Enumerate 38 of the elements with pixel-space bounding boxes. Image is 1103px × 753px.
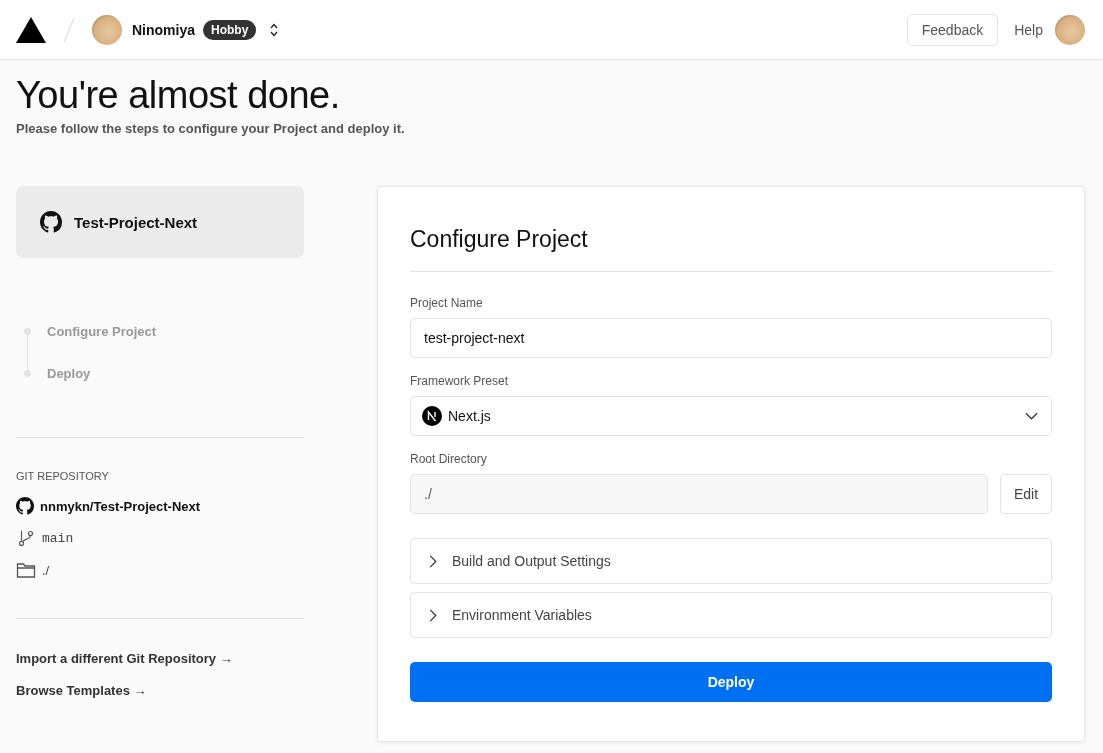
github-icon — [16, 497, 34, 515]
directory-path: ./ — [42, 562, 50, 578]
repository-link[interactable]: nnmykn/Test-Project-Next — [40, 498, 201, 514]
step-label: Configure Project — [47, 323, 157, 339]
sidebar-link[interactable]: Import a different Git Repository → — [16, 651, 304, 666]
section-heading: GIT REPOSITORY — [16, 470, 110, 482]
page-subtitle: Please follow the steps to configure your Project and deploy it. — [16, 121, 406, 136]
repository-name: Test-Project-Next — [74, 213, 198, 231]
settings-section-toggle[interactable]: Environment Variables — [410, 592, 1052, 638]
chevron-down-icon — [1025, 412, 1038, 420]
step-label: Deploy — [47, 365, 91, 381]
card-title: Configure Project — [410, 226, 589, 253]
root-directory-field[interactable]: ./ — [410, 474, 988, 514]
github-icon — [40, 211, 62, 233]
folder-icon — [16, 561, 36, 579]
field-label: Project Name — [410, 296, 484, 310]
nextjs-logo-icon — [422, 406, 442, 426]
chevron-up-down-icon[interactable] — [269, 21, 280, 38]
help-link[interactable]: Help — [1014, 21, 1043, 38]
avatar — [92, 14, 122, 45]
framework-select[interactable]: Next.js — [410, 396, 1052, 436]
page-title: You're almost done. — [16, 74, 341, 117]
plan-badge: Hobby — [203, 19, 257, 40]
feedback-button[interactable]: Feedback — [906, 13, 999, 46]
sidebar-link[interactable]: Browse Templates → — [16, 683, 304, 698]
triangle-logo-icon[interactable] — [16, 16, 46, 43]
chevron-icon — [429, 554, 437, 568]
chevron-icon — [429, 608, 437, 622]
slash-separator-icon — [62, 15, 76, 44]
deploy-button[interactable]: Deploy — [410, 662, 1052, 702]
branch-icon — [16, 529, 36, 547]
settings-section-toggle[interactable]: Build and Output Settings — [410, 538, 1052, 584]
branch-name: main — [42, 530, 74, 546]
field-label: Root Directory — [410, 452, 488, 466]
project-name-field[interactable]: test-project-next — [410, 318, 1052, 358]
field-label: Framework Preset — [410, 374, 510, 388]
edit-button[interactable]: Edit — [1000, 474, 1052, 514]
team-name: Ninomiya — [132, 21, 195, 38]
